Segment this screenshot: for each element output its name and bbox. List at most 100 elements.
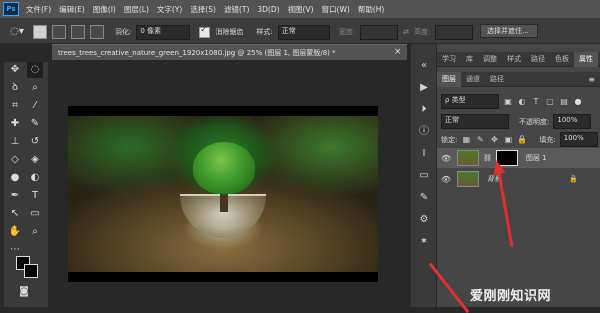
clone-source-icon[interactable]: ✶: [415, 234, 433, 250]
filter-type-icon[interactable]: T: [531, 97, 541, 107]
filter-pixel-icon[interactable]: ▣: [503, 97, 513, 107]
layer-thumbnail: [457, 171, 479, 187]
tab-paths[interactable]: 路径: [526, 52, 550, 67]
subtract-selection-button[interactable]: [71, 25, 85, 39]
blend-mode-select[interactable]: 正常: [441, 114, 509, 129]
lock-move-icon[interactable]: ✥: [489, 135, 499, 145]
style-select[interactable]: 正常: [277, 24, 330, 40]
height-input[interactable]: [435, 24, 474, 40]
menu-layer[interactable]: 图层(L): [124, 4, 149, 15]
menu-edit[interactable]: 编辑(E): [59, 4, 85, 15]
width-label: 宽度:: [338, 28, 356, 36]
paragraph-icon[interactable]: ▭: [415, 168, 433, 184]
feather-input[interactable]: 0 像素: [136, 24, 191, 40]
top-tab-row: 学习 库 调整 样式 路径 色板 属性: [437, 51, 600, 67]
blur-tool-icon[interactable]: ●: [7, 170, 23, 186]
lock-artboard-icon[interactable]: ▣: [503, 135, 513, 145]
select-and-mask-button[interactable]: 选择并遮住...: [480, 24, 538, 38]
brush-tool-icon[interactable]: ✎: [27, 116, 43, 132]
brushes-icon[interactable]: ✎: [415, 190, 433, 206]
tab-learn[interactable]: 学习: [437, 52, 461, 67]
tab-channels[interactable]: 通道: [461, 72, 485, 87]
marquee-tool-icon[interactable]: ◌: [27, 62, 43, 78]
fill-input[interactable]: 100%: [559, 132, 598, 147]
menu-select[interactable]: 选择(S): [190, 4, 216, 15]
quick-mask-icon[interactable]: ◙: [16, 284, 32, 300]
menu-type[interactable]: 文字(Y): [157, 4, 182, 15]
layer-lock-icon[interactable]: 🔒: [569, 175, 578, 183]
layer-row[interactable]: 👁 ⛓ 图层 1: [437, 148, 600, 168]
canvas-image[interactable]: [68, 106, 378, 282]
quick-select-tool-icon[interactable]: ⌕: [27, 80, 43, 96]
photoshop-logo: Ps: [3, 2, 19, 16]
lock-paint-icon[interactable]: ✎: [475, 135, 485, 145]
history-brush-icon[interactable]: ↺: [27, 134, 43, 150]
menu-window[interactable]: 窗口(W): [322, 4, 350, 15]
hand-tool-icon[interactable]: ✋: [7, 224, 23, 240]
intersect-selection-button[interactable]: [90, 25, 104, 39]
close-tab-icon[interactable]: ×: [394, 47, 402, 57]
layer-filter-select[interactable]: ρ 类型: [441, 94, 499, 109]
antialias-checkbox[interactable]: [199, 25, 211, 38]
menu-view[interactable]: 视图(V): [288, 4, 314, 15]
antialias-label: 消除锯齿: [215, 28, 244, 36]
menu-help[interactable]: 帮助(H): [358, 4, 385, 15]
move-tool-icon[interactable]: ✥: [7, 62, 23, 78]
menu-image[interactable]: 图像(I): [93, 4, 116, 15]
path-select-tool-icon[interactable]: ↖: [7, 206, 23, 222]
eraser-tool-icon[interactable]: ◇: [7, 152, 23, 168]
add-selection-button[interactable]: [52, 25, 66, 39]
info-icon[interactable]: ⓘ: [415, 124, 433, 140]
background-color-swatch[interactable]: [24, 264, 38, 278]
stamp-tool-icon[interactable]: ⊥: [7, 134, 23, 150]
tab-properties[interactable]: 属性: [574, 51, 598, 67]
tab-styles[interactable]: 样式: [502, 52, 526, 67]
healing-tool-icon[interactable]: ✚: [7, 116, 23, 132]
shape-tool-icon[interactable]: ▭: [27, 206, 43, 222]
eyedropper-tool-icon[interactable]: ⁄: [27, 98, 43, 114]
panel-menu-icon[interactable]: ≡: [588, 75, 595, 84]
visibility-eye-icon[interactable]: 👁: [441, 154, 451, 163]
history-icon[interactable]: ▶: [415, 80, 433, 96]
character-icon[interactable]: Ⅰ: [415, 146, 433, 162]
tab-swatches[interactable]: 色板: [550, 52, 574, 67]
menu-file[interactable]: 文件(F): [26, 4, 51, 15]
type-tool-icon[interactable]: T: [27, 188, 43, 204]
zoom-tool-icon[interactable]: ⌕: [27, 224, 43, 240]
lock-all-icon[interactable]: 🔒: [517, 135, 527, 145]
tab-paths-2[interactable]: 路径: [485, 72, 509, 87]
swatches-icon[interactable]: ⚙: [415, 212, 433, 228]
layer-thumbnail: [457, 150, 479, 166]
tab-adjustments[interactable]: 调整: [478, 52, 502, 67]
options-bar: ◌▾ 羽化: 0 像素 消除锯齿 样式: 正常 宽度: ⇄ 高度: 选择并遮住.…: [0, 18, 600, 44]
feather-label: 羽化:: [115, 28, 132, 36]
filter-adjust-icon[interactable]: ◐: [517, 97, 527, 107]
tab-layers[interactable]: 图层: [437, 71, 461, 87]
lock-transparent-icon[interactable]: ▦: [461, 135, 471, 145]
crop-tool-icon[interactable]: ⌗: [7, 98, 23, 114]
swap-icon[interactable]: ⇄: [403, 28, 409, 36]
visibility-eye-icon[interactable]: 👁: [441, 175, 451, 184]
new-selection-button[interactable]: [33, 25, 47, 39]
bucket-tool-icon[interactable]: ◈: [27, 152, 43, 168]
menu-bar: Ps 文件(F) 编辑(E) 图像(I) 图层(L) 文字(Y) 选择(S) 滤…: [0, 0, 600, 18]
filter-toggle-icon[interactable]: ●: [573, 97, 583, 107]
tree-crown: [193, 142, 255, 194]
opacity-input[interactable]: 100%: [553, 114, 592, 129]
expand-panels-icon[interactable]: «: [415, 58, 433, 74]
width-input[interactable]: [360, 24, 399, 40]
lasso-tool-icon[interactable]: ꝺ: [7, 80, 23, 96]
filter-shape-icon[interactable]: ▢: [545, 97, 555, 107]
actions-icon[interactable]: ⏵: [415, 102, 433, 118]
layers-tab-row: 图层 通道 路径 ≡: [437, 71, 600, 87]
dodge-tool-icon[interactable]: ◐: [27, 170, 43, 186]
marquee-preset-icon[interactable]: ◌▾: [6, 24, 28, 40]
tab-libraries[interactable]: 库: [461, 52, 478, 67]
document-tab[interactable]: trees_trees_creative_nature_green_1920x1…: [52, 44, 407, 60]
layer-row[interactable]: 👁 背景 🔒: [437, 169, 600, 189]
filter-smart-icon[interactable]: ▤: [559, 97, 569, 107]
pen-tool-icon[interactable]: ✒: [7, 188, 23, 204]
fill-label: 填充:: [539, 135, 556, 144]
menu-filter[interactable]: 滤镜(T): [224, 4, 249, 15]
menu-3d[interactable]: 3D(D): [257, 5, 279, 14]
